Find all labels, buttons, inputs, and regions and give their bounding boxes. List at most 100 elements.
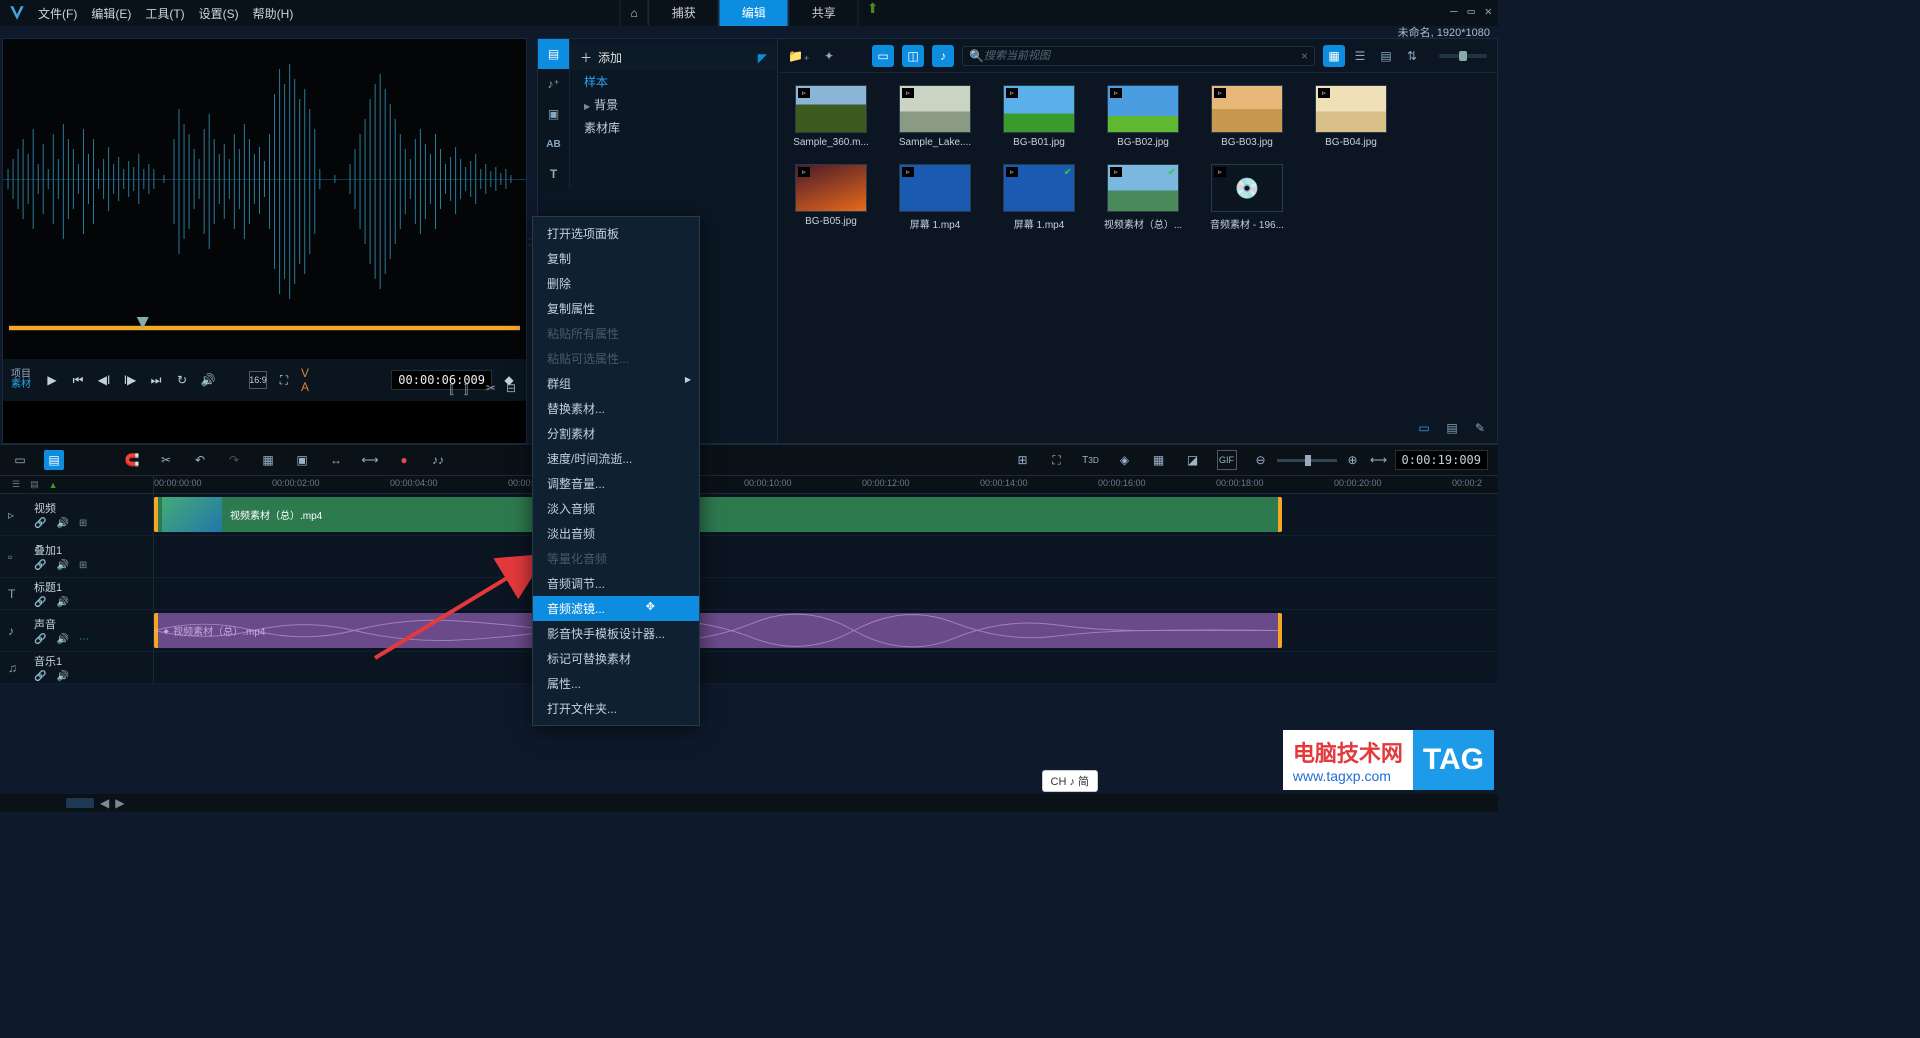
- context-menu-item[interactable]: 打开文件夹...: [533, 696, 699, 721]
- transition-category-icon[interactable]: ▣: [538, 99, 569, 129]
- context-menu-item[interactable]: 群组▶: [533, 371, 699, 396]
- close-button[interactable]: ✕: [1485, 4, 1492, 18]
- timeline-view-button[interactable]: ▤: [44, 450, 64, 470]
- tool-e[interactable]: ⊞: [1013, 450, 1033, 470]
- filter-audio-button[interactable]: ♪: [932, 45, 954, 67]
- context-menu-item[interactable]: 属性...: [533, 671, 699, 696]
- scroll-thumb[interactable]: [66, 798, 94, 808]
- cut-button[interactable]: ✂: [486, 381, 496, 398]
- text-category-icon[interactable]: T: [538, 159, 569, 189]
- footer-edit-button[interactable]: ✎: [1469, 417, 1491, 439]
- tab-home[interactable]: ⌂: [619, 0, 648, 26]
- thumbnail-item[interactable]: ▹✔屏幕 1.mp4: [998, 164, 1080, 231]
- tool-a[interactable]: ▦: [258, 450, 278, 470]
- minimize-button[interactable]: —: [1450, 4, 1457, 18]
- cut-tool-button[interactable]: ✂: [156, 450, 176, 470]
- ruler-icon-a[interactable]: ☰: [12, 479, 20, 490]
- next-frame-button[interactable]: I▶: [121, 371, 139, 389]
- context-menu-item[interactable]: 复制: [533, 246, 699, 271]
- thumbnail-item[interactable]: ▹BG-B05.jpg: [790, 164, 872, 231]
- video-clip[interactable]: 视频素材（总）.mp4: [154, 497, 1282, 532]
- play-button[interactable]: ▶: [43, 371, 61, 389]
- context-menu-item[interactable]: 音频调节...: [533, 571, 699, 596]
- record-button[interactable]: ●: [394, 450, 414, 470]
- lock-icon[interactable]: ⊞: [79, 518, 87, 529]
- import-folder-button[interactable]: 📁₊: [788, 45, 810, 67]
- footer-options-button[interactable]: ▤: [1441, 417, 1463, 439]
- thumbnail-item[interactable]: ▹BG-B01.jpg: [998, 85, 1080, 148]
- storyboard-view-button[interactable]: ▭: [10, 450, 30, 470]
- refresh-button[interactable]: ✦: [818, 45, 840, 67]
- thumbnail-item[interactable]: 💿▹音频素材 - 196...: [1206, 164, 1288, 231]
- zoom-in-button[interactable]: ⊕: [1343, 450, 1363, 470]
- prev-frame-button[interactable]: ◀I: [95, 371, 113, 389]
- menu-edit[interactable]: 编辑(E): [91, 5, 131, 22]
- expand-button[interactable]: ⛶: [275, 371, 293, 389]
- ruler-marker-button[interactable]: ▲: [49, 480, 58, 490]
- mute-icon[interactable]: 🔊: [56, 518, 68, 529]
- timeline-timecode[interactable]: 0:00:19:009: [1395, 450, 1488, 470]
- mixer-button[interactable]: ♪♪: [428, 450, 448, 470]
- thumbnail-item[interactable]: ▹Sample_360.m...: [790, 85, 872, 148]
- thumbnail-item[interactable]: ▹BG-B02.jpg: [1102, 85, 1184, 148]
- view-list-button[interactable]: ☰: [1349, 45, 1371, 67]
- zoom-out-button[interactable]: ⊖: [1251, 450, 1271, 470]
- scroll-left[interactable]: ◀: [100, 796, 109, 810]
- tab-share[interactable]: 共享: [789, 0, 859, 26]
- search-input[interactable]: [984, 50, 1301, 62]
- footer-clip-button[interactable]: ▭: [1413, 417, 1435, 439]
- menu-file[interactable]: 文件(F): [38, 5, 77, 22]
- next-clip-button[interactable]: ⏭: [147, 371, 165, 389]
- zoom-slider[interactable]: [1277, 459, 1337, 462]
- media-category-icon[interactable]: ▤: [538, 39, 569, 69]
- gif-button[interactable]: GIF: [1217, 450, 1237, 470]
- fit-button[interactable]: ⟷: [1369, 450, 1389, 470]
- tab-edit[interactable]: 编辑: [719, 0, 789, 26]
- view-thumbnail-button[interactable]: ▦: [1323, 45, 1345, 67]
- bottom-scrollbar[interactable]: ◀ ▶: [0, 794, 1498, 812]
- context-menu-item[interactable]: 复制属性: [533, 296, 699, 321]
- menu-tools[interactable]: 工具(T): [145, 5, 184, 22]
- filter-video-button[interactable]: ▭: [872, 45, 894, 67]
- menu-settings[interactable]: 设置(S): [199, 5, 239, 22]
- view-grid-button[interactable]: ▤: [1375, 45, 1397, 67]
- tree-item-sample[interactable]: 样本: [570, 70, 777, 93]
- volume-button[interactable]: 🔊: [199, 371, 217, 389]
- va-toggle[interactable]: V A: [301, 371, 319, 389]
- upload-icon[interactable]: ⬆: [867, 0, 879, 26]
- tree-item-library[interactable]: 素材库: [570, 116, 777, 139]
- tree-item-background[interactable]: ▶背景: [570, 93, 777, 116]
- context-menu-item[interactable]: 调整音量...: [533, 471, 699, 496]
- mark-in-button[interactable]: 〚: [442, 381, 454, 398]
- audio-category-icon[interactable]: ♪⁺: [538, 69, 569, 99]
- context-menu-item[interactable]: 分割素材: [533, 421, 699, 446]
- context-menu-item[interactable]: 替换素材...: [533, 396, 699, 421]
- tab-capture[interactable]: 捕获: [649, 0, 719, 26]
- search-box[interactable]: 🔍 ×: [962, 46, 1315, 66]
- context-menu-item[interactable]: 影音快手模板设计器...: [533, 621, 699, 646]
- clear-search-button[interactable]: ×: [1301, 49, 1308, 63]
- audio-clip[interactable]: ✦ 视频素材（总）.mp4: [154, 613, 1282, 648]
- tool-h[interactable]: ▦: [1149, 450, 1169, 470]
- thumbnail-item[interactable]: ▹BG-B04.jpg: [1310, 85, 1392, 148]
- scroll-right[interactable]: ▶: [115, 796, 124, 810]
- context-menu-item[interactable]: 删除: [533, 271, 699, 296]
- undo-button[interactable]: ↶: [190, 450, 210, 470]
- aspect-label[interactable]: 16:9: [249, 371, 267, 389]
- thumbnail-item[interactable]: ▹屏幕 1.mp4: [894, 164, 976, 231]
- tool-i[interactable]: ◪: [1183, 450, 1203, 470]
- add-media-button[interactable]: ＋ 添加 ◤: [570, 45, 777, 70]
- sort-button[interactable]: ⇅: [1401, 45, 1423, 67]
- title-category-icon[interactable]: AB: [538, 129, 569, 159]
- context-menu-item[interactable]: 淡出音频: [533, 521, 699, 546]
- filter-photo-button[interactable]: ◫: [902, 45, 924, 67]
- thumbnail-item[interactable]: ▹BG-B03.jpg: [1206, 85, 1288, 148]
- ruler-icon-b[interactable]: ▤: [30, 479, 39, 490]
- maximize-button[interactable]: ▭: [1468, 4, 1475, 18]
- thumbnail-item[interactable]: ▹Sample_Lake....: [894, 85, 976, 148]
- t3d-button[interactable]: T3D: [1081, 450, 1101, 470]
- split-button[interactable]: ⊟: [506, 381, 516, 398]
- mark-out-button[interactable]: 〛: [464, 381, 476, 398]
- context-menu-item[interactable]: 打开选项面板: [533, 221, 699, 246]
- context-menu-item[interactable]: 淡入音频: [533, 496, 699, 521]
